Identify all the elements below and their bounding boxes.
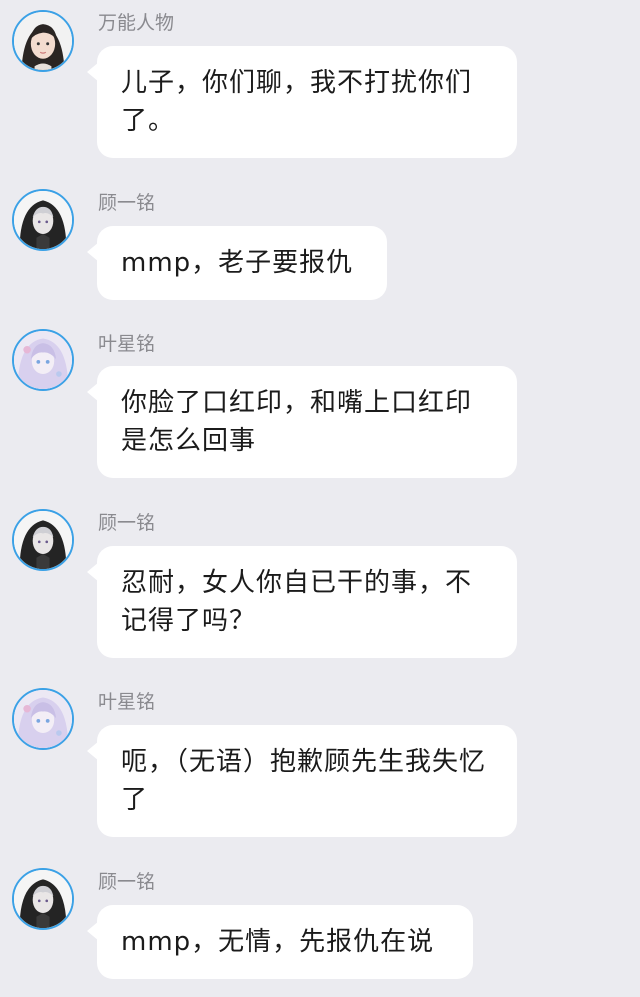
message-bubble: 儿子，你们聊，我不打扰你们了。 bbox=[87, 46, 517, 158]
anime-girl-avatar-icon bbox=[14, 690, 72, 748]
avatar[interactable] bbox=[12, 509, 74, 571]
avatar[interactable] bbox=[12, 868, 74, 930]
message-bubble: 忍耐，女人你自已干的事，不记得了吗？ bbox=[87, 546, 517, 658]
sender-name: 叶星铭 bbox=[98, 691, 156, 713]
message-bubble: 呃，（无语）抱歉顾先生我失忆了 bbox=[87, 725, 517, 837]
hooded-boy-avatar-icon bbox=[14, 511, 72, 569]
message-bubble: mmp，无情，先报仇在说 bbox=[87, 905, 473, 979]
avatar[interactable] bbox=[12, 329, 74, 391]
sender-name: 顾一铭 bbox=[98, 871, 156, 893]
message-bubble: 你脸了口红印，和嘴上口红印是怎么回事 bbox=[87, 366, 517, 478]
avatar[interactable] bbox=[12, 189, 74, 251]
hooded-boy-avatar-icon bbox=[14, 191, 72, 249]
message-bubble: mmp，老子要报仇 bbox=[87, 226, 387, 300]
sender-name: 顾一铭 bbox=[98, 512, 156, 534]
sender-name: 万能人物 bbox=[98, 12, 175, 34]
anime-girl-avatar-icon bbox=[14, 331, 72, 389]
girl-photo-avatar-icon bbox=[14, 12, 72, 70]
avatar[interactable] bbox=[12, 10, 74, 72]
avatar[interactable] bbox=[12, 688, 74, 750]
sender-name: 叶星铭 bbox=[98, 333, 156, 355]
sender-name: 顾一铭 bbox=[98, 192, 156, 214]
hooded-boy-avatar-icon bbox=[14, 870, 72, 928]
